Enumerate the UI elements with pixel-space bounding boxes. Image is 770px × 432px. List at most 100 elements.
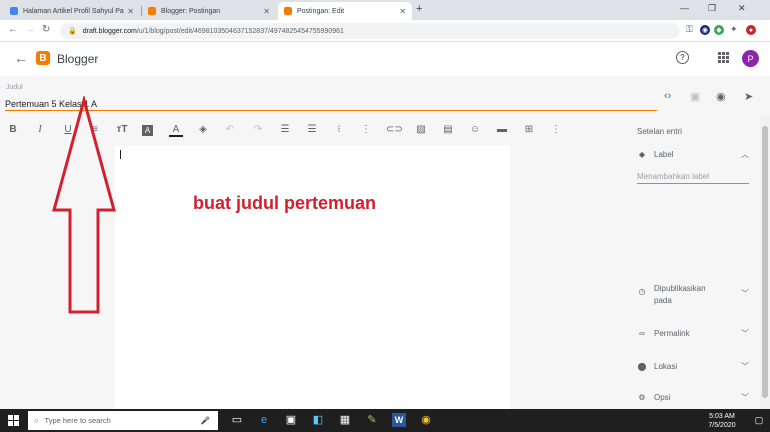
- browser-tab-bar: Halaman Artikel Profil Sahyul Pa ✕ Blogg…: [0, 0, 770, 20]
- insert-jump-break-icon[interactable]: ▬: [495, 123, 509, 137]
- text-cursor: [120, 150, 121, 159]
- post-settings-panel: Setelan entri ◆ Label ︿ ◷ Dipublikasikan…: [625, 116, 770, 409]
- lock-icon: 🔒: [68, 28, 77, 35]
- blogger-favicon-icon: [148, 7, 156, 15]
- text-color-icon[interactable]: A: [169, 123, 183, 137]
- edge-icon[interactable]: e: [257, 413, 271, 427]
- numbered-list-icon[interactable]: ⋮: [359, 123, 373, 137]
- redo-icon[interactable]: ↷: [251, 123, 265, 137]
- url-field[interactable]: 🔒 draft.blogger.com /u/1/blog/post/edit/…: [60, 23, 680, 39]
- alignment-icon[interactable]: ☰: [278, 123, 292, 137]
- restore-icon[interactable]: ❐: [708, 3, 716, 14]
- chrome-icon[interactable]: ◉: [419, 413, 433, 427]
- label-tag-icon: ◆: [638, 150, 646, 159]
- extension-icon[interactable]: ◆: [714, 25, 724, 35]
- indent-icon[interactable]: ☰: [305, 123, 319, 137]
- insert-link-icon[interactable]: ⊂⊃: [386, 123, 403, 137]
- post-body-editor[interactable]: [115, 146, 510, 409]
- add-label-input[interactable]: [637, 170, 749, 184]
- undo-icon[interactable]: ↶: [223, 123, 237, 137]
- film-icon[interactable]: ▦: [338, 413, 352, 427]
- published-label-line1: Dipublikasikan: [654, 284, 706, 293]
- tab-artikel-profil[interactable]: Halaman Artikel Profil Sahyul Pa ✕: [4, 2, 140, 20]
- reload-icon[interactable]: ↻: [42, 24, 50, 35]
- insert-image-icon[interactable]: ▨: [414, 123, 428, 137]
- tab-postingan-edit[interactable]: Postingan: Edit ✕: [278, 2, 412, 20]
- close-tab-icon[interactable]: ✕: [263, 7, 270, 16]
- forward-arrow-icon[interactable]: →: [25, 24, 35, 35]
- clock-time: 5:03 AM: [709, 413, 735, 420]
- system-clock[interactable]: 5:03 AM 7/5/2020: [702, 412, 742, 430]
- search-icon: ○: [34, 416, 39, 425]
- windows-taskbar: ○ Type here to search 🎤 ▭ e ▣ ◧ ▦ ✎ W ◉ …: [0, 409, 770, 432]
- chevron-down-icon: ﹀: [741, 289, 749, 298]
- close-tab-icon[interactable]: ✕: [127, 7, 134, 16]
- notifications-icon[interactable]: ▢: [752, 413, 766, 427]
- search-placeholder: Type here to search: [44, 416, 111, 425]
- preview-eye-icon[interactable]: ◉: [716, 90, 726, 103]
- key-icon[interactable]: ⚿: [686, 24, 693, 35]
- bulleted-list-icon[interactable]: ⁝: [332, 123, 346, 137]
- tab-blogger-postingan[interactable]: Blogger: Postingan ✕: [142, 2, 276, 20]
- site-favicon-icon: [10, 7, 18, 15]
- highlight-color-icon[interactable]: ◈: [196, 123, 210, 137]
- bold-icon[interactable]: B: [6, 123, 20, 137]
- back-arrow-icon[interactable]: ←: [8, 24, 18, 35]
- annotation-text: buat judul pertemuan: [193, 193, 377, 213]
- taskbar-search-input[interactable]: ○ Type here to search 🎤: [28, 411, 218, 430]
- word-icon[interactable]: W: [392, 413, 406, 427]
- text-size-icon[interactable]: тT: [115, 123, 129, 137]
- url-path: /u/1/blog/post/edit/4698103504637152837/…: [136, 27, 344, 35]
- blogger-favicon-icon: [284, 7, 292, 15]
- clock-icon: ◷: [638, 287, 646, 296]
- back-arrow-icon[interactable]: ←: [14, 50, 28, 66]
- emoji-icon[interactable]: ☺: [468, 123, 482, 137]
- label-section-title: Label: [654, 150, 674, 159]
- insert-video-icon[interactable]: ▤: [441, 123, 455, 137]
- link-icon: ∞: [639, 329, 645, 338]
- more-options-icon[interactable]: ⋮: [549, 123, 563, 137]
- options-label: Opsi: [654, 393, 671, 402]
- location-section-header[interactable]: ⬤ Lokasi ﹀: [637, 361, 749, 372]
- address-bar-row: ← → ↻ 🔒 draft.blogger.com /u/1/blog/post…: [0, 20, 770, 42]
- settings-heading: Setelan entri: [637, 127, 682, 136]
- save-icon[interactable]: ▣: [690, 90, 700, 103]
- special-characters-icon[interactable]: ⊞: [522, 123, 536, 137]
- help-icon[interactable]: ?: [676, 51, 689, 64]
- task-view-icon[interactable]: ▭: [230, 413, 244, 427]
- title-caption: Judul: [6, 84, 23, 91]
- extension-icon[interactable]: ◉: [700, 25, 710, 35]
- published-section-header[interactable]: ◷ Dipublikasikan pada ﹀: [637, 283, 750, 307]
- chevron-down-icon: ﹀: [741, 329, 749, 338]
- new-tab-button[interactable]: +: [416, 3, 422, 15]
- html-view-icon[interactable]: ‹›: [664, 90, 671, 102]
- store-icon[interactable]: ▣: [284, 413, 298, 427]
- paragraph-style-icon[interactable]: A: [142, 125, 153, 136]
- app-icon[interactable]: ✎: [365, 413, 379, 427]
- apps-grid-icon[interactable]: [718, 52, 729, 63]
- avatar[interactable]: P: [742, 50, 759, 67]
- published-label-line2: pada: [654, 296, 672, 305]
- minimize-icon[interactable]: —: [680, 3, 689, 13]
- close-window-icon[interactable]: ✕: [738, 3, 746, 14]
- profile-icon[interactable]: ●: [746, 25, 756, 35]
- publish-send-icon[interactable]: ➤: [744, 90, 753, 103]
- blogger-logo: B: [36, 51, 50, 65]
- options-section-header[interactable]: ⚙ Opsi ﹀: [637, 392, 749, 403]
- microphone-icon: 🎤: [200, 416, 210, 425]
- location-pin-icon: ⬤: [637, 362, 647, 371]
- app-icon[interactable]: ◧: [311, 413, 325, 427]
- label-section-header[interactable]: ◆ Label ︿: [637, 149, 749, 160]
- scrollbar-thumb[interactable]: [762, 126, 768, 398]
- close-tab-icon[interactable]: ✕: [399, 7, 406, 16]
- gear-icon: ⚙: [638, 393, 646, 402]
- blogger-header: ← B Blogger ? P: [0, 42, 770, 76]
- chevron-down-icon: ﹀: [741, 362, 749, 371]
- chevron-up-icon: ︿: [741, 150, 749, 159]
- italic-icon[interactable]: I: [33, 123, 47, 137]
- windows-start-icon[interactable]: [8, 415, 19, 426]
- url-host: draft.blogger.com: [82, 27, 137, 35]
- permalink-section-header[interactable]: ∞ Permalink ﹀: [637, 328, 749, 339]
- extensions-puzzle-icon[interactable]: ✦: [730, 24, 738, 35]
- tab-label: Blogger: Postingan: [161, 7, 221, 15]
